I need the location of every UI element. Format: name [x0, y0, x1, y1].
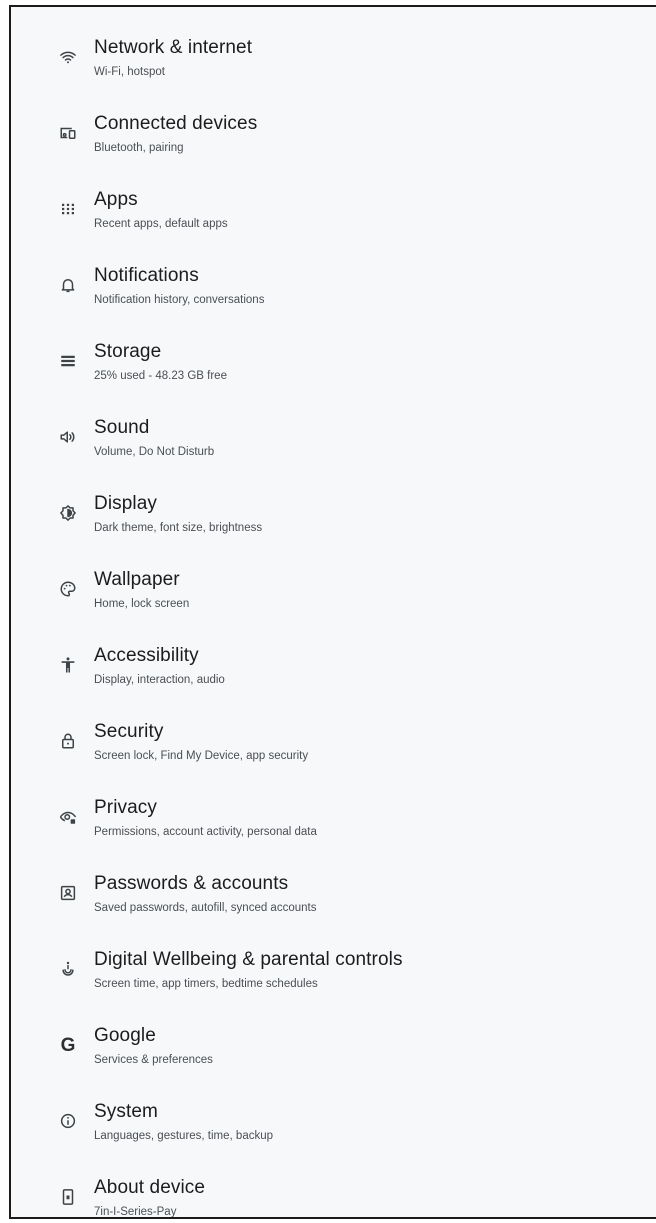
settings-item-title: Connected devices — [94, 113, 258, 134]
settings-item-network[interactable]: Network & internet Wi-Fi, hotspot — [11, 17, 656, 93]
palette-icon — [58, 579, 78, 599]
settings-item-passwords-accounts[interactable]: Passwords & accounts Saved passwords, au… — [11, 853, 656, 929]
settings-item-subtitle: Saved passwords, autofill, synced accoun… — [94, 902, 317, 914]
google-g-icon: G — [60, 1034, 76, 1056]
phone-icon — [58, 1187, 78, 1207]
devices-icon — [58, 123, 78, 143]
volume-icon — [58, 427, 78, 447]
settings-item-title: System — [94, 1101, 158, 1122]
settings-item-subtitle: Languages, gestures, time, backup — [94, 1130, 274, 1142]
settings-item-title: Sound — [94, 417, 150, 438]
settings-item-subtitle: Display, interaction, audio — [94, 674, 225, 686]
lock-icon — [58, 731, 78, 751]
settings-item-notifications[interactable]: Notifications Notification history, conv… — [11, 245, 656, 321]
settings-item-title: Network & internet — [94, 37, 253, 58]
apps-grid-icon — [58, 199, 78, 219]
settings-item-title: Google — [94, 1025, 156, 1046]
settings-screen: Network & internet Wi-Fi, hotspot Connec… — [9, 5, 656, 1219]
settings-item-subtitle: Volume, Do Not Disturb — [94, 446, 215, 458]
settings-item-subtitle: 7in-I-Series-Pay — [94, 1206, 177, 1218]
settings-item-subtitle: Screen time, app timers, bedtime schedul… — [94, 978, 318, 990]
wifi-icon — [58, 47, 78, 67]
settings-item-subtitle: Screen lock, Find My Device, app securit… — [94, 750, 309, 762]
settings-item-title: Digital Wellbeing & parental controls — [94, 949, 403, 970]
storage-icon — [58, 351, 78, 371]
info-icon — [58, 1111, 78, 1131]
settings-item-wallpaper[interactable]: Wallpaper Home, lock screen — [11, 549, 656, 625]
settings-item-title: Passwords & accounts — [94, 873, 289, 894]
settings-item-title: Security — [94, 721, 164, 742]
settings-item-google[interactable]: G Google Services & preferences — [11, 1005, 656, 1081]
settings-item-accessibility[interactable]: Accessibility Display, interaction, audi… — [11, 625, 656, 701]
settings-item-subtitle: Permissions, account activity, personal … — [94, 826, 317, 838]
settings-item-security[interactable]: Security Screen lock, Find My Device, ap… — [11, 701, 656, 777]
settings-item-subtitle: Notification history, conversations — [94, 294, 265, 306]
settings-item-privacy[interactable]: Privacy Permissions, account activity, p… — [11, 777, 656, 853]
settings-item-title: Apps — [94, 189, 138, 210]
settings-item-title: Wallpaper — [94, 569, 180, 590]
settings-item-subtitle: Services & preferences — [94, 1054, 213, 1066]
settings-item-system[interactable]: System Languages, gestures, time, backup — [11, 1081, 656, 1157]
settings-item-subtitle: Recent apps, default apps — [94, 218, 228, 230]
settings-item-subtitle: Bluetooth, pairing — [94, 142, 184, 154]
settings-item-storage[interactable]: Storage 25% used - 48.23 GB free — [11, 321, 656, 397]
settings-item-subtitle: 25% used - 48.23 GB free — [94, 370, 227, 382]
settings-item-title: Display — [94, 493, 157, 514]
settings-item-apps[interactable]: Apps Recent apps, default apps — [11, 169, 656, 245]
settings-item-sound[interactable]: Sound Volume, Do Not Disturb — [11, 397, 656, 473]
settings-item-title: About device — [94, 1177, 206, 1198]
settings-item-title: Accessibility — [94, 645, 199, 666]
settings-item-title: Privacy — [94, 797, 157, 818]
bell-icon — [58, 275, 78, 295]
settings-item-subtitle: Home, lock screen — [94, 598, 190, 610]
settings-item-title: Storage — [94, 341, 162, 362]
settings-item-title: Notifications — [94, 265, 199, 286]
brightness-icon — [58, 503, 78, 523]
settings-item-display[interactable]: Display Dark theme, font size, brightnes… — [11, 473, 656, 549]
settings-item-subtitle: Wi-Fi, hotspot — [94, 66, 165, 78]
settings-item-digital-wellbeing[interactable]: Digital Wellbeing & parental controls Sc… — [11, 929, 656, 1005]
accessibility-icon — [58, 655, 78, 675]
settings-item-subtitle: Dark theme, font size, brightness — [94, 522, 263, 534]
account-box-icon — [58, 883, 78, 903]
settings-item-connected-devices[interactable]: Connected devices Bluetooth, pairing — [11, 93, 656, 169]
wellbeing-icon — [58, 959, 78, 979]
settings-item-about-device[interactable]: About device 7in-I-Series-Pay — [11, 1157, 656, 1218]
privacy-eye-icon — [58, 807, 78, 827]
